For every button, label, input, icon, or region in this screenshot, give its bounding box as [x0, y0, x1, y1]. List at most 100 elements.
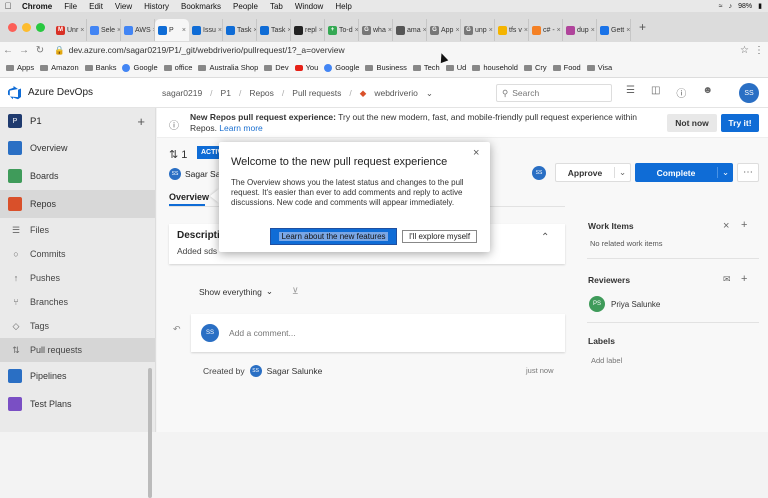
learn-more-link[interactable]: Learn more [219, 123, 262, 133]
sidebar-item-test-plans[interactable]: Test Plans [0, 390, 155, 418]
battery-level[interactable]: 98% [738, 3, 752, 10]
close-icon[interactable]: × [473, 147, 479, 159]
sidebar-item-tags[interactable]: ◇ Tags [0, 314, 155, 338]
breadcrumb-repo[interactable]: webdriverio [374, 88, 417, 98]
menu-file[interactable]: File [58, 2, 83, 11]
not-now-button[interactable]: Not now [667, 114, 717, 132]
menu-window[interactable]: Window [289, 2, 329, 11]
sidebar-item-branches[interactable]: ⑂ Branches [0, 290, 155, 314]
bookmark-item[interactable]: Google [324, 63, 359, 72]
menu-people[interactable]: People [227, 2, 264, 11]
bookmark-item[interactable]: Google [122, 63, 158, 72]
bookmark-item[interactable]: household [472, 63, 518, 72]
activity-filter[interactable]: Show everything ⌄ [199, 286, 273, 297]
azure-devops-logo-icon[interactable] [8, 85, 22, 100]
browser-tab[interactable]: tfs v × [495, 19, 529, 41]
close-tab-icon[interactable]: × [80, 27, 84, 34]
close-tab-icon[interactable]: × [489, 27, 493, 34]
filter-icon[interactable]: ⊻ [292, 286, 299, 297]
help-icon[interactable]: ⓘ [676, 85, 686, 100]
apple-icon[interactable]:  [0, 1, 16, 11]
close-icon[interactable]: × [723, 220, 729, 232]
close-tab-icon[interactable]: × [524, 27, 528, 34]
browser-tab[interactable]: repl × [291, 19, 325, 41]
avatar[interactable]: SS [532, 166, 546, 180]
bookmark-item[interactable]: Australia Shop [198, 63, 258, 72]
bookmark-item[interactable]: You [294, 63, 318, 72]
zoom-window-icon[interactable] [36, 22, 45, 32]
complete-button[interactable]: Complete ⌄ [635, 163, 733, 182]
marketplace-icon[interactable]: ◫ [651, 85, 660, 100]
browser-tab[interactable]: Gunp × [461, 19, 495, 41]
menu-bookmarks[interactable]: Bookmarks [175, 2, 227, 11]
bookmark-item[interactable]: Food [552, 63, 581, 72]
learn-features-button[interactable]: Learn about the new features [270, 228, 397, 245]
bookmark-item[interactable]: Banks [84, 63, 116, 72]
add-comment-card[interactable]: SS Add a comment... [191, 314, 565, 352]
search-input[interactable]: ⚲ Search [496, 84, 612, 102]
browser-tab[interactable]: ama × [393, 19, 427, 41]
bookmark-item[interactable]: Apps [6, 63, 34, 72]
browser-tab[interactable]: Gett × [597, 19, 631, 41]
url-field[interactable]: 🔒 dev.azure.com/sagar0219/P1/_git/webdriv… [54, 45, 740, 56]
sidebar-item-repos[interactable]: Repos [0, 190, 155, 218]
close-tab-icon[interactable]: × [455, 27, 459, 34]
menu-view[interactable]: View [109, 2, 138, 11]
sidebar-item-files[interactable]: ☰ Files [0, 218, 155, 242]
browser-tab[interactable]: G App × [427, 19, 461, 41]
sidebar-item-commits[interactable]: ○ Commits [0, 242, 155, 266]
chevron-up-icon[interactable]: ⌃ [541, 232, 549, 243]
bookmark-item[interactable]: Amazon [40, 63, 79, 72]
sidebar-item-overview[interactable]: Overview [0, 134, 155, 162]
more-actions-icon[interactable]: ⋯ [737, 163, 759, 182]
chevron-down-icon[interactable]: ⌄ [426, 88, 433, 99]
breadcrumb-repos[interactable]: Repos [249, 88, 274, 98]
bookmark-item[interactable]: Tech [412, 63, 440, 72]
product-name[interactable]: Azure DevOps [28, 87, 93, 98]
minimize-window-icon[interactable] [22, 22, 31, 32]
bookmark-item[interactable]: Dev [264, 63, 289, 72]
browser-tab[interactable]: M Unr × [53, 19, 87, 41]
add-icon[interactable]: + [137, 114, 145, 129]
add-reviewer-icon[interactable]: + [741, 273, 747, 285]
sidebar-item-pipelines[interactable]: Pipelines [0, 362, 155, 390]
add-work-item-icon[interactable]: + [741, 219, 747, 231]
comment-input[interactable]: Add a comment... [229, 328, 296, 338]
volume-icon[interactable]: ♪ [729, 3, 733, 10]
menu-tab[interactable]: Tab [264, 2, 289, 11]
breadcrumb-project[interactable]: P1 [221, 88, 231, 98]
sidebar-item-boards[interactable]: Boards [0, 162, 155, 190]
browser-tab[interactable]: Task× [223, 19, 257, 41]
close-tab-icon[interactable]: × [218, 27, 222, 34]
battery-icon[interactable]: ▮ [758, 2, 762, 10]
close-tab-icon[interactable]: × [591, 27, 595, 34]
menu-app[interactable]: Chrome [16, 2, 58, 11]
add-label-input[interactable]: Add label [591, 356, 622, 365]
close-window-icon[interactable] [8, 22, 17, 32]
sidebar-item-pull-requests[interactable]: ⇅ Pull requests [0, 338, 155, 362]
browser-tab[interactable]: Task× [257, 19, 291, 41]
reload-icon[interactable]: ↻ [32, 45, 48, 56]
browser-tab[interactable]: + To-d × [325, 19, 359, 41]
menu-history[interactable]: History [138, 2, 175, 11]
chevron-down-icon[interactable]: ⌄ [717, 167, 733, 178]
menu-help[interactable]: Help [329, 2, 357, 11]
approve-button[interactable]: Approve ⌄ [555, 163, 631, 182]
browser-tab[interactable]: Gwha × [359, 19, 393, 41]
close-tab-icon[interactable]: × [388, 27, 392, 34]
browser-tab[interactable]: dup × [563, 19, 597, 41]
browser-tab[interactable]: c# - × [529, 19, 563, 41]
breadcrumb-org[interactable]: sagar0219 [162, 88, 202, 98]
breadcrumb-pull-requests[interactable]: Pull requests [292, 88, 341, 98]
browser-tab[interactable]: P × [155, 19, 189, 41]
menu-edit[interactable]: Edit [83, 2, 109, 11]
bookmark-item[interactable]: office [163, 63, 192, 72]
mail-icon[interactable]: ✉ [723, 274, 731, 285]
explore-myself-button[interactable]: I'll explore myself [402, 230, 477, 243]
try-it-button[interactable]: Try it! [721, 114, 759, 132]
wifi-icon[interactable]: ≈ [719, 3, 723, 10]
list-icon[interactable]: ☰ [626, 85, 635, 100]
sidebar-scrollbar[interactable] [148, 368, 152, 498]
close-tab-icon[interactable]: × [182, 27, 186, 34]
tab-overview[interactable]: Overview [169, 192, 209, 202]
